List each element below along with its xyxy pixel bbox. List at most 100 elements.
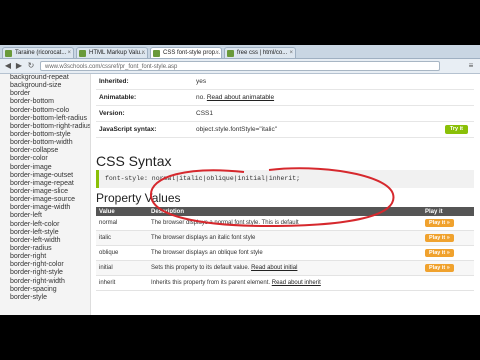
value-cell: normal [96, 216, 148, 231]
property-row-version: Version: CSS1 [96, 106, 474, 122]
browser-window: Taraine (ricorocat... × HTML Markup Valu.… [0, 45, 480, 315]
play-button[interactable]: Play it » [425, 219, 454, 227]
sidebar-item[interactable]: border-bottom-right-radius [0, 123, 90, 131]
play-cell: Play it » [422, 245, 474, 261]
description-cell: Inherits this property from its parent e… [148, 275, 422, 291]
table-header: Value Description Play it [96, 207, 474, 216]
try-it-button[interactable]: Try it [444, 125, 468, 134]
sidebar-item[interactable]: border-left [0, 212, 90, 220]
tab-1[interactable]: HTML Markup Valu... × [76, 47, 148, 58]
property-row-inherited: Inherited: yes [96, 74, 474, 90]
animatable-link[interactable]: Read about animatable [207, 94, 274, 101]
syntax-heading: CSS Syntax [96, 153, 172, 169]
menu-icon[interactable]: ≡ [466, 61, 476, 71]
address-bar: ◀ ▶ ↻ www.w3schools.com/cssref/pr_font_f… [0, 59, 480, 74]
description-cell: The browser displays an oblique font sty… [148, 245, 422, 261]
close-icon[interactable]: × [215, 48, 219, 58]
page-icon [227, 50, 234, 57]
play-cell: Play it » [422, 260, 474, 276]
url-input[interactable]: www.w3schools.com/cssref/pr_font_font-st… [40, 61, 440, 71]
page-icon [79, 50, 86, 57]
description-text: Sets this property to its default value. [151, 265, 250, 271]
initial-link[interactable]: Read about initial [251, 265, 297, 271]
table-row: oblique The browser displays an oblique … [96, 245, 474, 261]
play-cell: Play it » [422, 230, 474, 246]
sidebar-item[interactable]: border-right-width [0, 278, 90, 286]
value-cell: inherit [96, 275, 148, 291]
sidebar-item[interactable]: border-bottom-colo [0, 107, 90, 115]
property-row-animatable: Animatable: no. Read about animatable [96, 90, 474, 106]
sidebar-item[interactable]: border-color [0, 155, 90, 163]
tab-0[interactable]: Taraine (ricorocat... × [2, 47, 74, 58]
sidebar-item[interactable]: border-collapse [0, 147, 90, 155]
value-cell: initial [96, 260, 148, 276]
property-value: CSS1 [196, 110, 213, 117]
sidebar-item[interactable]: border-image-source [0, 196, 90, 204]
sidebar-item[interactable]: border-image-slice [0, 188, 90, 196]
sidebar: background-repeat background-size border bo… [0, 74, 91, 315]
sidebar-item[interactable]: border-bottom-left-radius [0, 115, 90, 123]
sidebar-item[interactable]: background-size [0, 82, 90, 90]
sidebar-item[interactable]: border-image [0, 164, 90, 172]
sidebar-item[interactable]: border-bottom [0, 98, 90, 106]
property-value: yes [196, 78, 207, 85]
tab-2[interactable]: CSS font-style prop... × [150, 47, 222, 58]
table-row: normal The browser displays a normal fon… [96, 216, 474, 231]
page-content: background-repeat background-size border bo… [0, 74, 480, 315]
inherit-link[interactable]: Read about inherit [272, 280, 321, 286]
property-value: object.style.fontStyle="italic" [196, 126, 278, 133]
sidebar-item[interactable]: border-spacing [0, 286, 90, 294]
property-key: Inherited: [99, 78, 129, 85]
sidebar-item[interactable]: border-image-repeat [0, 180, 90, 188]
tab-bar: Taraine (ricorocat... × HTML Markup Valu.… [0, 45, 480, 59]
sidebar-item[interactable]: border-right-color [0, 261, 90, 269]
property-key: JavaScript syntax: [99, 126, 157, 133]
values-table: Value Description Play it normal The bro… [96, 207, 474, 291]
tab-3[interactable]: free css | html/co... × [224, 47, 296, 58]
property-key: Version: [99, 110, 125, 117]
play-button[interactable]: Play it » [425, 249, 454, 257]
sidebar-item[interactable]: border-image-width [0, 204, 90, 212]
sidebar-item[interactable]: border [0, 90, 90, 98]
tab-label: HTML Markup Valu... [89, 50, 146, 56]
sidebar-item[interactable]: border-bottom-style [0, 131, 90, 139]
syntax-code: font-style: normal|italic|oblique|initia… [96, 170, 474, 188]
property-value: no. Read about animatable [196, 90, 274, 105]
sidebar-item[interactable]: border-left-color [0, 221, 90, 229]
value-cell: italic [96, 230, 148, 246]
sidebar-item[interactable]: border-left-style [0, 229, 90, 237]
play-cell: Play it » [422, 216, 474, 231]
sidebar-item[interactable]: border-left-width [0, 237, 90, 245]
table-row: inherit Inherits this property from its … [96, 275, 474, 291]
sidebar-item[interactable]: border-radius [0, 245, 90, 253]
sidebar-item[interactable]: border-right [0, 253, 90, 261]
play-button[interactable]: Play it » [425, 264, 454, 272]
reload-icon[interactable]: ↻ [26, 61, 36, 71]
close-icon[interactable]: × [141, 48, 145, 58]
sidebar-item[interactable]: border-style [0, 294, 90, 302]
sidebar-item[interactable]: border-image-outset [0, 172, 90, 180]
table-row: italic The browser displays an italic fo… [96, 230, 474, 246]
value-text: no. [196, 94, 206, 101]
sidebar-item[interactable]: border-bottom-width [0, 139, 90, 147]
page-icon [153, 50, 160, 57]
close-icon[interactable]: × [67, 48, 71, 58]
play-button[interactable]: Play it » [425, 234, 454, 242]
header-play: Play it [422, 207, 474, 216]
property-row-javascript: JavaScript syntax: object.style.fontStyl… [96, 122, 474, 138]
values-heading: Property Values [96, 191, 181, 205]
main-content: Inherited: yes Animatable: no. Read abou… [91, 74, 480, 315]
page-icon [5, 50, 12, 57]
property-key: Animatable: [99, 94, 137, 101]
description-cell: Sets this property to its default value.… [148, 260, 422, 276]
table-row: initial Sets this property to its defaul… [96, 260, 474, 276]
sidebar-item[interactable]: border-right-style [0, 269, 90, 277]
header-description: Description [148, 207, 422, 216]
forward-icon[interactable]: ▶ [14, 61, 24, 71]
close-icon[interactable]: × [289, 48, 293, 58]
back-icon[interactable]: ◀ [3, 61, 13, 71]
header-value: Value [96, 207, 148, 216]
sidebar-item[interactable]: background-repeat [0, 74, 90, 82]
tab-label: free css | html/co... [237, 50, 288, 56]
tab-label: Taraine (ricorocat... [15, 50, 67, 56]
